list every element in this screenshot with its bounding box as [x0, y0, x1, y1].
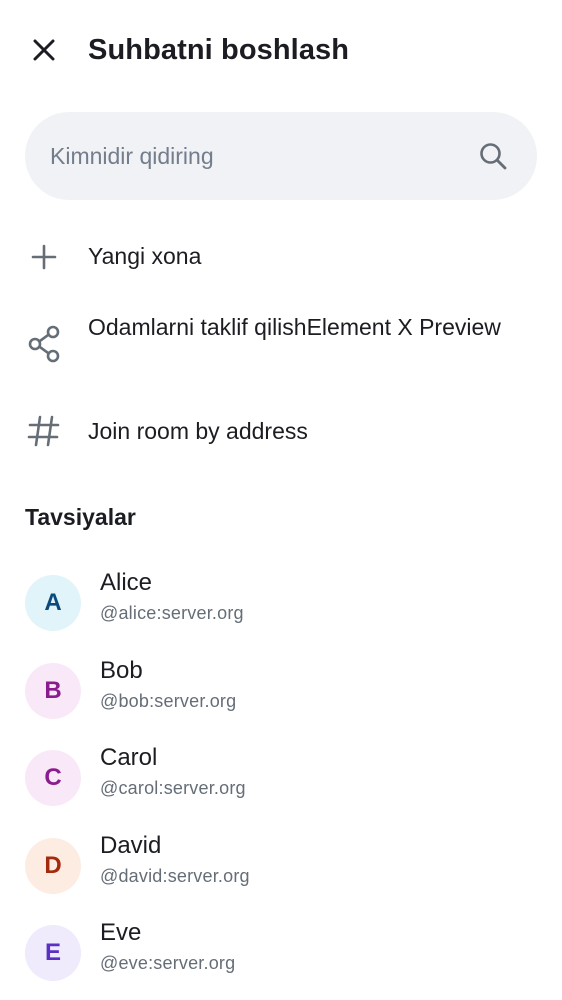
join-room-label: Join room by address — [88, 418, 308, 444]
user-name: Bob — [100, 657, 143, 684]
avatar: D — [25, 838, 81, 894]
avatar: A — [25, 575, 81, 631]
suggestion-row-eve[interactable]: E Eve @eve:server.org — [0, 913, 562, 993]
avatar-initial: B — [44, 677, 62, 704]
top-app-bar: Suhbatni boshlash — [0, 0, 562, 100]
user-id: @eve:server.org — [100, 953, 236, 973]
user-name: Eve — [100, 919, 142, 946]
new-room-label: Yangi xona — [88, 243, 202, 269]
avatar-initial: C — [44, 764, 62, 791]
user-name: Carol — [100, 744, 158, 771]
avatar: E — [25, 925, 81, 981]
avatar-initial: A — [44, 589, 62, 616]
user-id: @alice:server.org — [100, 603, 244, 623]
search-icon[interactable] — [477, 140, 509, 172]
user-id: @david:server.org — [100, 866, 250, 886]
suggestions-heading: Tavsiyalar — [25, 504, 136, 530]
close-icon — [33, 39, 55, 61]
avatar-initial: D — [44, 852, 62, 879]
search-bar[interactable] — [25, 112, 537, 200]
join-room-by-address-button[interactable]: Join room by address — [0, 396, 562, 466]
user-name: David — [100, 832, 162, 859]
hash-icon — [25, 412, 63, 450]
suggestion-row-alice[interactable]: A Alice @alice:server.org — [0, 563, 562, 643]
page-title: Suhbatni boshlash — [88, 34, 350, 66]
search-input[interactable] — [50, 112, 470, 200]
share-icon — [25, 325, 63, 363]
avatar-initial: E — [44, 939, 61, 966]
avatar: B — [25, 663, 81, 719]
user-id: @carol:server.org — [100, 778, 246, 798]
invite-people-label: Odamlarni taklif qilishElement X Preview — [88, 314, 501, 340]
plus-icon — [25, 238, 63, 276]
user-id: @bob:server.org — [100, 691, 237, 711]
suggestion-row-david[interactable]: D David @david:server.org — [0, 826, 562, 906]
avatar: C — [25, 750, 81, 806]
close-button[interactable] — [22, 28, 66, 72]
invite-people-button[interactable]: Odamlarni taklif qilishElement X Preview — [0, 300, 562, 390]
user-name: Alice — [100, 569, 153, 596]
new-room-button[interactable]: Yangi xona — [0, 222, 562, 292]
suggestion-row-bob[interactable]: B Bob @bob:server.org — [0, 651, 562, 731]
suggestion-row-carol[interactable]: C Carol @carol:server.org — [0, 738, 562, 818]
